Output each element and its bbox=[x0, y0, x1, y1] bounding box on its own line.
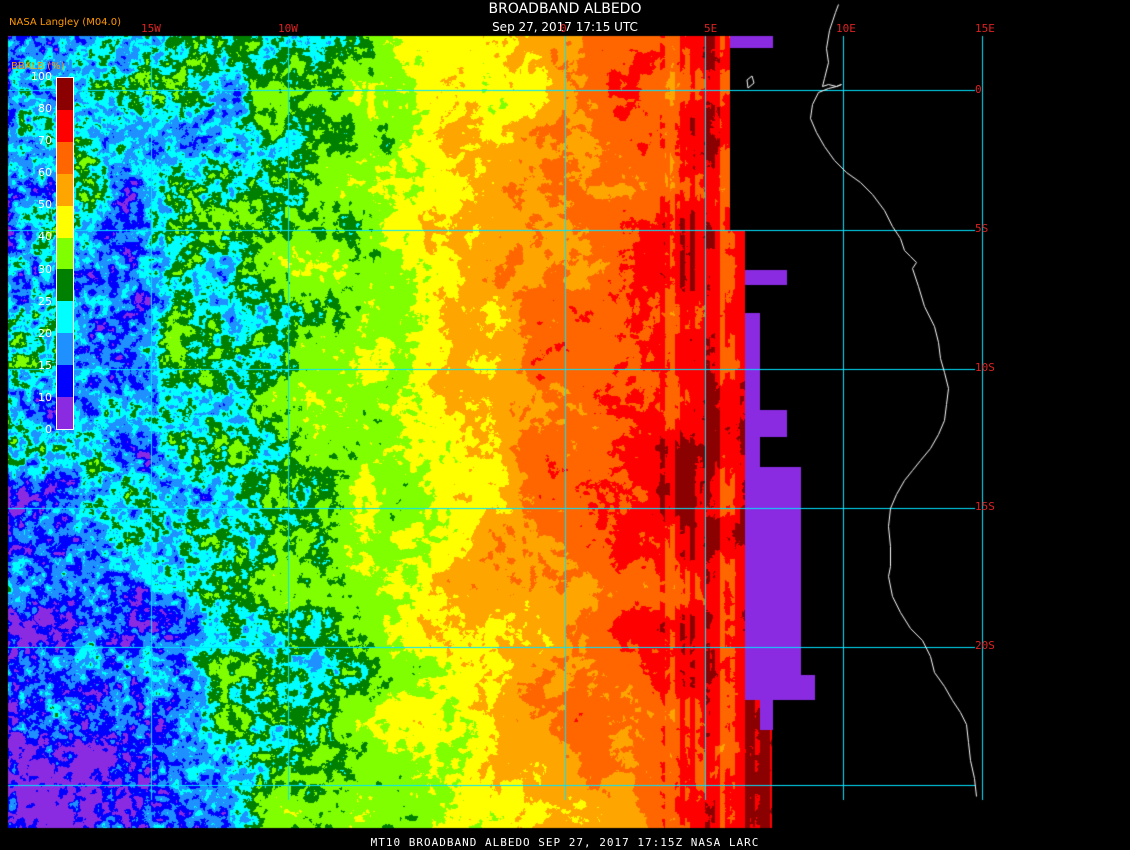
longitude-label: 0 bbox=[560, 22, 567, 35]
latitude-label: 20S bbox=[975, 639, 995, 652]
legend-swatch bbox=[57, 333, 73, 366]
producer-label: NASA Langley (M04.0) bbox=[9, 17, 121, 28]
legend-tick-label: 20 bbox=[38, 326, 52, 340]
legend-swatch bbox=[57, 397, 73, 429]
legend-tick-label: 15 bbox=[38, 358, 52, 372]
longitude-label: 10W bbox=[278, 22, 298, 35]
satellite-image-viewer: BROADBAND ALBEDO Sep 27, 2017 17:15 UTC … bbox=[0, 0, 1130, 850]
albedo-map[interactable] bbox=[0, 0, 1130, 850]
legend-tick-label: 50 bbox=[38, 198, 52, 212]
legend-tick-label: 60 bbox=[38, 166, 52, 180]
legend-swatch bbox=[57, 301, 73, 334]
legend-tick-label: 100 bbox=[31, 70, 52, 83]
legend-tick-label: 40 bbox=[38, 230, 52, 244]
latitude-label: 5S bbox=[975, 222, 989, 235]
legend-swatch bbox=[57, 205, 73, 238]
longitude-label: 5E bbox=[704, 22, 718, 35]
legend-swatch bbox=[57, 78, 73, 110]
legend-tick-label: 0 bbox=[45, 423, 52, 436]
legend-swatch bbox=[57, 269, 73, 302]
latitude-label: 0 bbox=[975, 83, 982, 96]
footer-caption: MT10 BROADBAND ALBEDO SEP 27, 2017 17:15… bbox=[370, 836, 760, 849]
legend-swatch bbox=[57, 365, 73, 398]
legend-swatch bbox=[57, 237, 73, 270]
legend-tick-label: 70 bbox=[38, 134, 52, 148]
legend-tick-label: 80 bbox=[38, 102, 52, 116]
latitude-label: 10S bbox=[975, 361, 995, 374]
product-title: BROADBAND ALBEDO bbox=[488, 1, 642, 17]
legend-tick-label: 10 bbox=[38, 390, 52, 404]
legend-color-bar bbox=[56, 77, 74, 430]
longitude-label: 15E bbox=[975, 22, 995, 35]
legend-tick-label: 30 bbox=[38, 262, 52, 276]
legend-tick-label: 25 bbox=[38, 294, 52, 308]
latitude-label: 15S bbox=[975, 500, 995, 513]
longitude-label: 10E bbox=[836, 22, 856, 35]
legend-swatch bbox=[57, 109, 73, 142]
legend-swatch bbox=[57, 173, 73, 206]
legend-swatch bbox=[57, 141, 73, 174]
longitude-label: 15W bbox=[141, 22, 161, 35]
